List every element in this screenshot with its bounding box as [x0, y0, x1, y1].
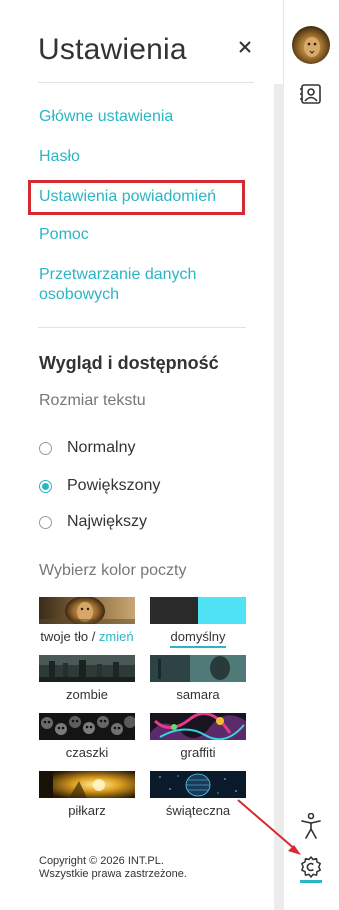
copyright-text: Copyright © 2026 INT.PL.	[39, 855, 164, 867]
radio-label: Powiększony	[67, 477, 161, 494]
samara-label: samara	[176, 687, 220, 702]
nav-help[interactable]: Pomoc	[39, 225, 89, 245]
footballer-label: piłkarz	[68, 803, 106, 818]
radio-button-checked[interactable]	[39, 479, 52, 493]
change-link[interactable]: zmień	[99, 629, 134, 644]
theme-zombie[interactable]: zombie	[39, 655, 135, 702]
appearance-title: Wygląd i dostępność	[39, 353, 219, 373]
highlight-annotation	[28, 180, 245, 215]
radio-label: Największy	[67, 513, 148, 530]
graffiti-thumbnail	[150, 713, 246, 740]
default-label: domyślny	[170, 629, 226, 644]
panel-title: Ustawienia	[38, 33, 187, 66]
selected-underline	[170, 646, 226, 648]
skulls-thumbnail	[39, 713, 135, 740]
theme-default[interactable]: domyślny	[150, 597, 246, 648]
rights-text: Wszystkie prawa zastrzeżone.	[39, 868, 187, 880]
separator: /	[88, 629, 99, 644]
close-icon	[239, 41, 251, 53]
zombie-thumbnail	[39, 655, 135, 682]
accessibility-icon[interactable]	[300, 812, 322, 839]
user-avatar[interactable]	[292, 26, 330, 64]
radio-button[interactable]	[39, 441, 52, 455]
mail-color-label: Wybierz kolor poczty	[39, 562, 187, 579]
radio-enlarged[interactable]: Powiększony	[39, 475, 160, 497]
nav-data-processing-line2: osobowych	[39, 286, 120, 303]
festive-label: świąteczna	[165, 803, 231, 818]
right-rail	[285, 0, 339, 910]
nav-data-processing[interactable]: Przetwarzanie danych osobowych	[39, 265, 196, 305]
close-button[interactable]	[234, 36, 256, 58]
active-indicator	[300, 880, 322, 883]
section-divider	[38, 327, 246, 328]
theme-samara[interactable]: samara	[150, 655, 246, 702]
text-size-label: Rozmiar tekstu	[39, 392, 146, 409]
nav-main-settings[interactable]: Główne ustawienia	[39, 107, 173, 127]
own-background-label: twoje tło	[40, 629, 89, 644]
radio-largest[interactable]: Największy	[39, 511, 147, 533]
theme-festive[interactable]: świąteczna	[150, 771, 246, 818]
theme-footballer[interactable]: piłkarz	[39, 771, 135, 818]
samara-thumbnail	[150, 655, 246, 682]
settings-panel: Ustawienia Główne ustawienia Hasło Ustaw…	[0, 0, 284, 910]
skulls-label: czaszki	[65, 745, 109, 760]
title-divider	[38, 82, 254, 83]
graffiti-label: graffiti	[180, 745, 216, 760]
lion-thumbnail	[39, 597, 135, 624]
radio-button[interactable]	[39, 515, 52, 529]
theme-graffiti[interactable]: graffiti	[150, 713, 246, 760]
lion-avatar-icon	[292, 26, 330, 64]
gear-icon[interactable]	[299, 855, 323, 879]
footer: Copyright © 2026 INT.PL. Wszystkie prawa…	[39, 855, 187, 881]
nav-data-processing-line1: Przetwarzanie danych	[39, 266, 197, 283]
default-thumbnail	[150, 597, 246, 624]
footballer-thumbnail	[39, 771, 135, 798]
zombie-label: zombie	[66, 687, 108, 702]
festive-thumbnail	[150, 771, 246, 798]
nav-password[interactable]: Hasło	[39, 147, 80, 167]
scrollbar[interactable]	[274, 84, 284, 910]
theme-own-background[interactable]: twoje tło / zmień	[39, 597, 135, 644]
theme-skulls[interactable]: czaszki	[39, 713, 135, 760]
contact-book-icon[interactable]	[300, 83, 322, 105]
radio-normal[interactable]: Normalny	[39, 437, 135, 459]
radio-label: Normalny	[67, 439, 136, 456]
